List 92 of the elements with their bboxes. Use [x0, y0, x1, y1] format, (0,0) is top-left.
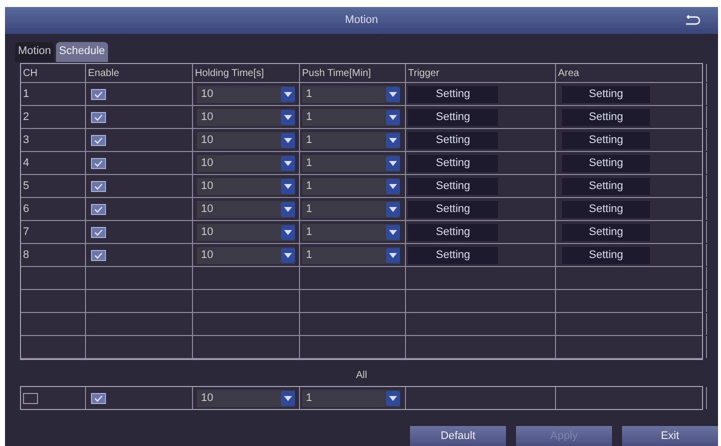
caret-icon	[281, 86, 295, 102]
checkbox[interactable]	[91, 180, 106, 192]
checkmark-icon	[94, 182, 103, 190]
footer-button[interactable]: Exit	[622, 426, 718, 446]
caret-icon	[386, 178, 400, 194]
column-header: Push Time[Min]	[302, 66, 371, 81]
column-header: CH	[23, 66, 38, 81]
caret-icon	[386, 132, 400, 148]
caret-icon	[386, 86, 400, 102]
area-setting-button[interactable]: Setting	[562, 154, 650, 172]
dropdown[interactable]: 1	[302, 86, 400, 103]
dropdown[interactable]: 10	[197, 200, 295, 218]
dropdown[interactable]: 10	[197, 132, 295, 149]
channel-number: 6	[23, 202, 30, 218]
dropdown[interactable]: 1	[302, 246, 400, 264]
checkbox[interactable]	[23, 392, 38, 404]
tab[interactable]: Schedule	[56, 42, 108, 62]
dropdown[interactable]: 10	[197, 86, 295, 103]
channel-number: 3	[23, 133, 30, 148]
area-setting-button[interactable]: Setting	[562, 132, 650, 149]
checkbox[interactable]	[91, 392, 106, 404]
caret-icon	[386, 202, 400, 217]
area-setting-button[interactable]: Setting	[562, 86, 650, 103]
channel-number: 4	[23, 156, 30, 172]
checkbox[interactable]	[91, 226, 106, 238]
caret-icon	[281, 248, 295, 263]
dropdown[interactable]: 1	[302, 154, 400, 172]
dropdown[interactable]: 1	[302, 200, 400, 218]
checkmark-icon	[94, 114, 103, 121]
area-setting-button[interactable]: Setting	[562, 108, 650, 126]
all-label: All	[356, 369, 368, 384]
checkbox[interactable]	[91, 250, 106, 261]
dropdown[interactable]: 1	[302, 178, 400, 195]
caret-icon	[281, 224, 295, 240]
channel-number: 7	[23, 225, 30, 240]
channel-number: 5	[23, 179, 30, 194]
dropdown[interactable]: 10	[197, 108, 295, 126]
dropdown[interactable]: 1	[302, 224, 400, 241]
trigger-setting-button[interactable]: Setting	[408, 154, 498, 172]
caret-icon	[386, 224, 400, 240]
checkmark-icon	[94, 136, 103, 144]
channel-number: 1	[23, 87, 30, 102]
caret-icon	[386, 156, 400, 171]
checkmark-icon	[94, 160, 103, 167]
channel-number: 8	[23, 248, 30, 264]
trigger-setting-button[interactable]: Setting	[408, 178, 498, 195]
caret-icon	[281, 390, 295, 406]
caret-icon	[386, 110, 400, 125]
column-header: Trigger	[408, 66, 440, 81]
area-setting-button[interactable]: Setting	[562, 224, 650, 241]
checkmark-icon	[94, 252, 103, 259]
checkmark-icon	[94, 228, 103, 236]
footer-button[interactable]: Default	[410, 426, 506, 446]
checkbox[interactable]	[91, 134, 106, 146]
caret-icon	[386, 248, 400, 263]
caret-icon	[386, 390, 400, 406]
trigger-setting-button[interactable]: Setting	[408, 224, 498, 241]
dropdown[interactable]: 10	[197, 246, 295, 264]
caret-icon	[281, 110, 295, 125]
caret-icon	[281, 156, 295, 171]
dropdown[interactable]: 1	[302, 108, 400, 126]
trigger-setting-button[interactable]: Setting	[408, 246, 498, 264]
trigger-setting-button[interactable]: Setting	[408, 132, 498, 149]
caret-icon	[281, 132, 295, 148]
checkmark-icon	[94, 394, 103, 402]
column-header: Holding Time[s]	[195, 66, 264, 81]
dropdown[interactable]: 1	[302, 390, 400, 407]
dropdown[interactable]: 1	[302, 132, 400, 149]
checkbox[interactable]	[91, 204, 106, 215]
checkmark-icon	[94, 206, 103, 213]
channel-number: 2	[23, 110, 30, 126]
area-setting-button[interactable]: Setting	[562, 178, 650, 195]
checkbox[interactable]	[91, 158, 106, 169]
window-title: Motion	[344, 13, 378, 28]
caret-icon	[281, 178, 295, 194]
dropdown[interactable]: 10	[197, 154, 295, 172]
column-header: Area	[558, 66, 580, 81]
trigger-setting-button[interactable]: Setting	[408, 200, 498, 218]
area-setting-button[interactable]: Setting	[562, 200, 650, 218]
tab[interactable]: Motion	[15, 42, 54, 62]
column-header: Enable	[88, 66, 120, 81]
area-setting-button[interactable]: Setting	[562, 246, 650, 264]
trigger-setting-button[interactable]: Setting	[408, 86, 498, 103]
checkmark-icon	[94, 90, 103, 98]
dropdown[interactable]: 10	[197, 224, 295, 241]
dropdown[interactable]: 10	[197, 390, 295, 407]
caret-icon	[281, 202, 295, 217]
trigger-setting-button[interactable]: Setting	[408, 108, 498, 126]
back-icon[interactable]	[684, 15, 700, 26]
dropdown[interactable]: 10	[197, 178, 295, 195]
checkbox[interactable]	[91, 112, 106, 123]
checkbox[interactable]	[91, 88, 106, 100]
